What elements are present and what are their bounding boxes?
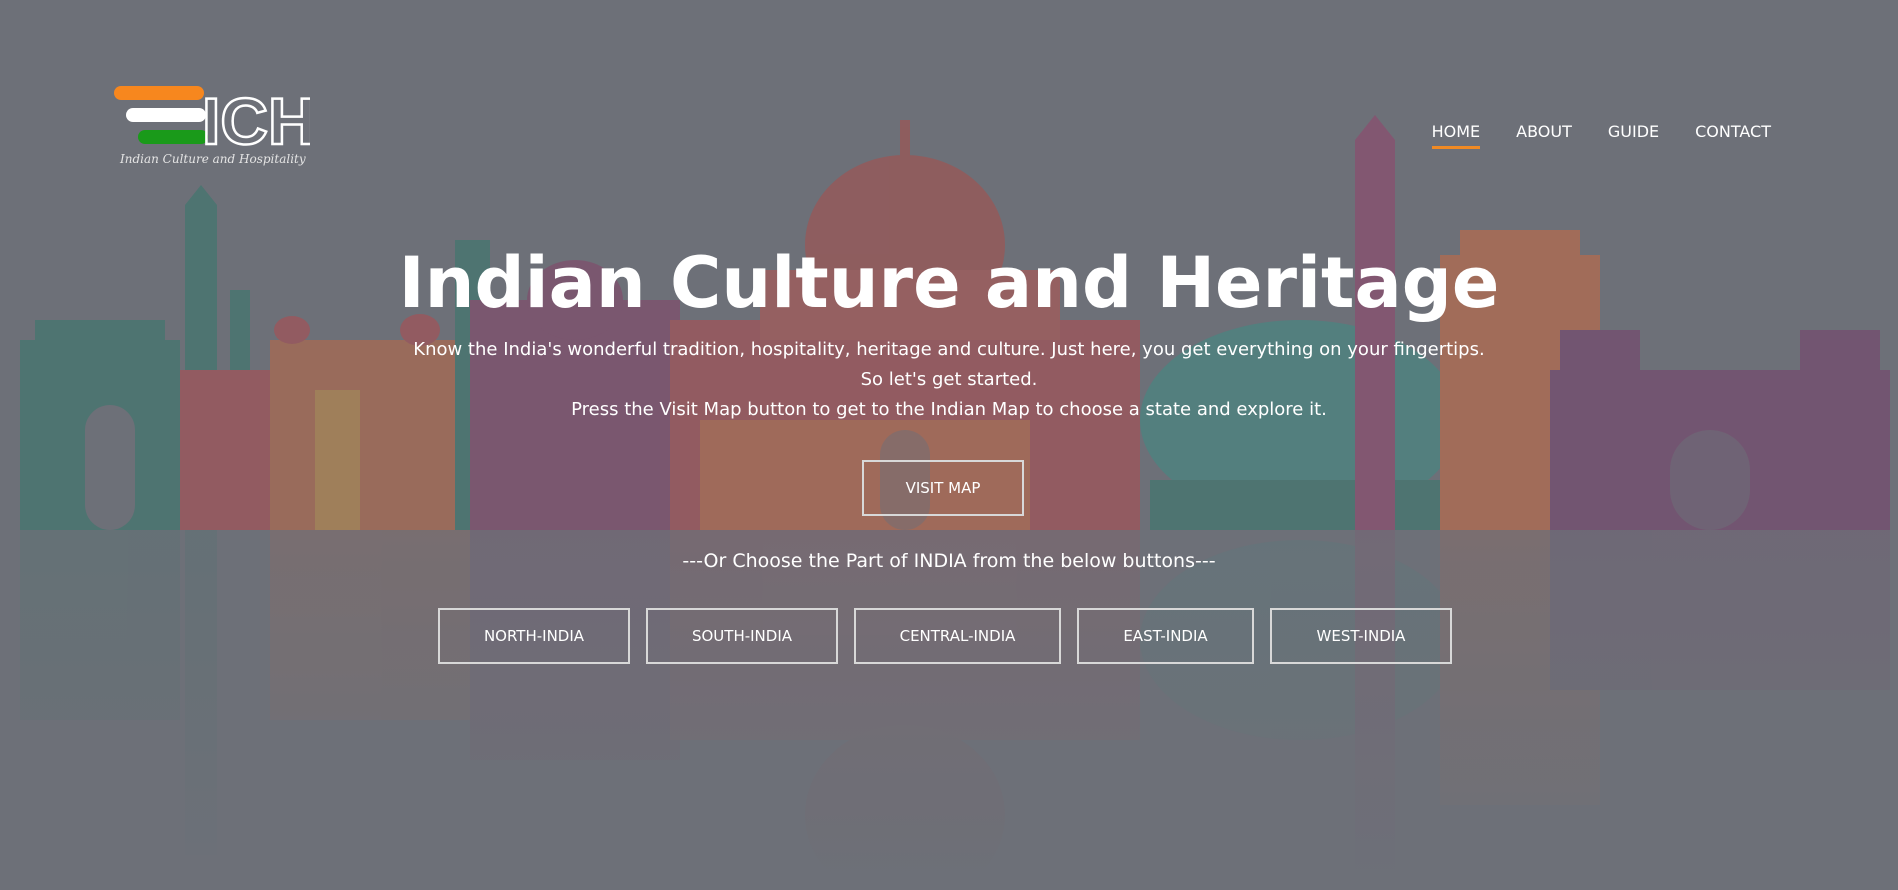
india-flag-stripes-icon: ICH <box>114 83 310 152</box>
region-prompt-text: ---Or Choose the Part of INDIA from the … <box>682 550 1216 572</box>
logo-letters: ICH <box>202 84 310 152</box>
hero-title: Indian Culture and Heritage <box>398 242 1500 324</box>
north-india-button[interactable]: NORTH-INDIA <box>438 608 630 664</box>
hero-description: Know the India's wonderful tradition, ho… <box>0 335 1898 425</box>
hero-line-3: Press the Visit Map button to get to the… <box>571 399 1327 420</box>
region-buttons: NORTH-INDIA SOUTH-INDIA CENTRAL-INDIA EA… <box>438 608 1452 664</box>
south-india-button[interactable]: SOUTH-INDIA <box>646 608 838 664</box>
visit-map-button[interactable]: VISIT MAP <box>862 460 1024 516</box>
nav-guide[interactable]: GUIDE <box>1608 122 1659 149</box>
central-india-button[interactable]: CENTRAL-INDIA <box>854 608 1061 664</box>
main-nav: HOME ABOUT GUIDE CONTACT <box>1431 122 1771 149</box>
hero-line-1: Know the India's wonderful tradition, ho… <box>413 339 1485 360</box>
nav-about[interactable]: ABOUT <box>1516 122 1572 149</box>
nav-contact[interactable]: CONTACT <box>1695 122 1771 149</box>
hero-line-2: So let's get started. <box>860 369 1038 390</box>
home-page: ICH Indian Culture and Hospitality HOME … <box>0 0 1898 890</box>
logo-tagline: Indian Culture and Hospitality <box>120 152 306 166</box>
hero-section: Indian Culture and Heritage Know the Ind… <box>0 235 1898 425</box>
site-logo[interactable]: ICH Indian Culture and Hospitality <box>110 80 310 175</box>
east-india-button[interactable]: EAST-INDIA <box>1077 608 1254 664</box>
west-india-button[interactable]: WEST-INDIA <box>1270 608 1452 664</box>
nav-home[interactable]: HOME <box>1431 122 1481 149</box>
